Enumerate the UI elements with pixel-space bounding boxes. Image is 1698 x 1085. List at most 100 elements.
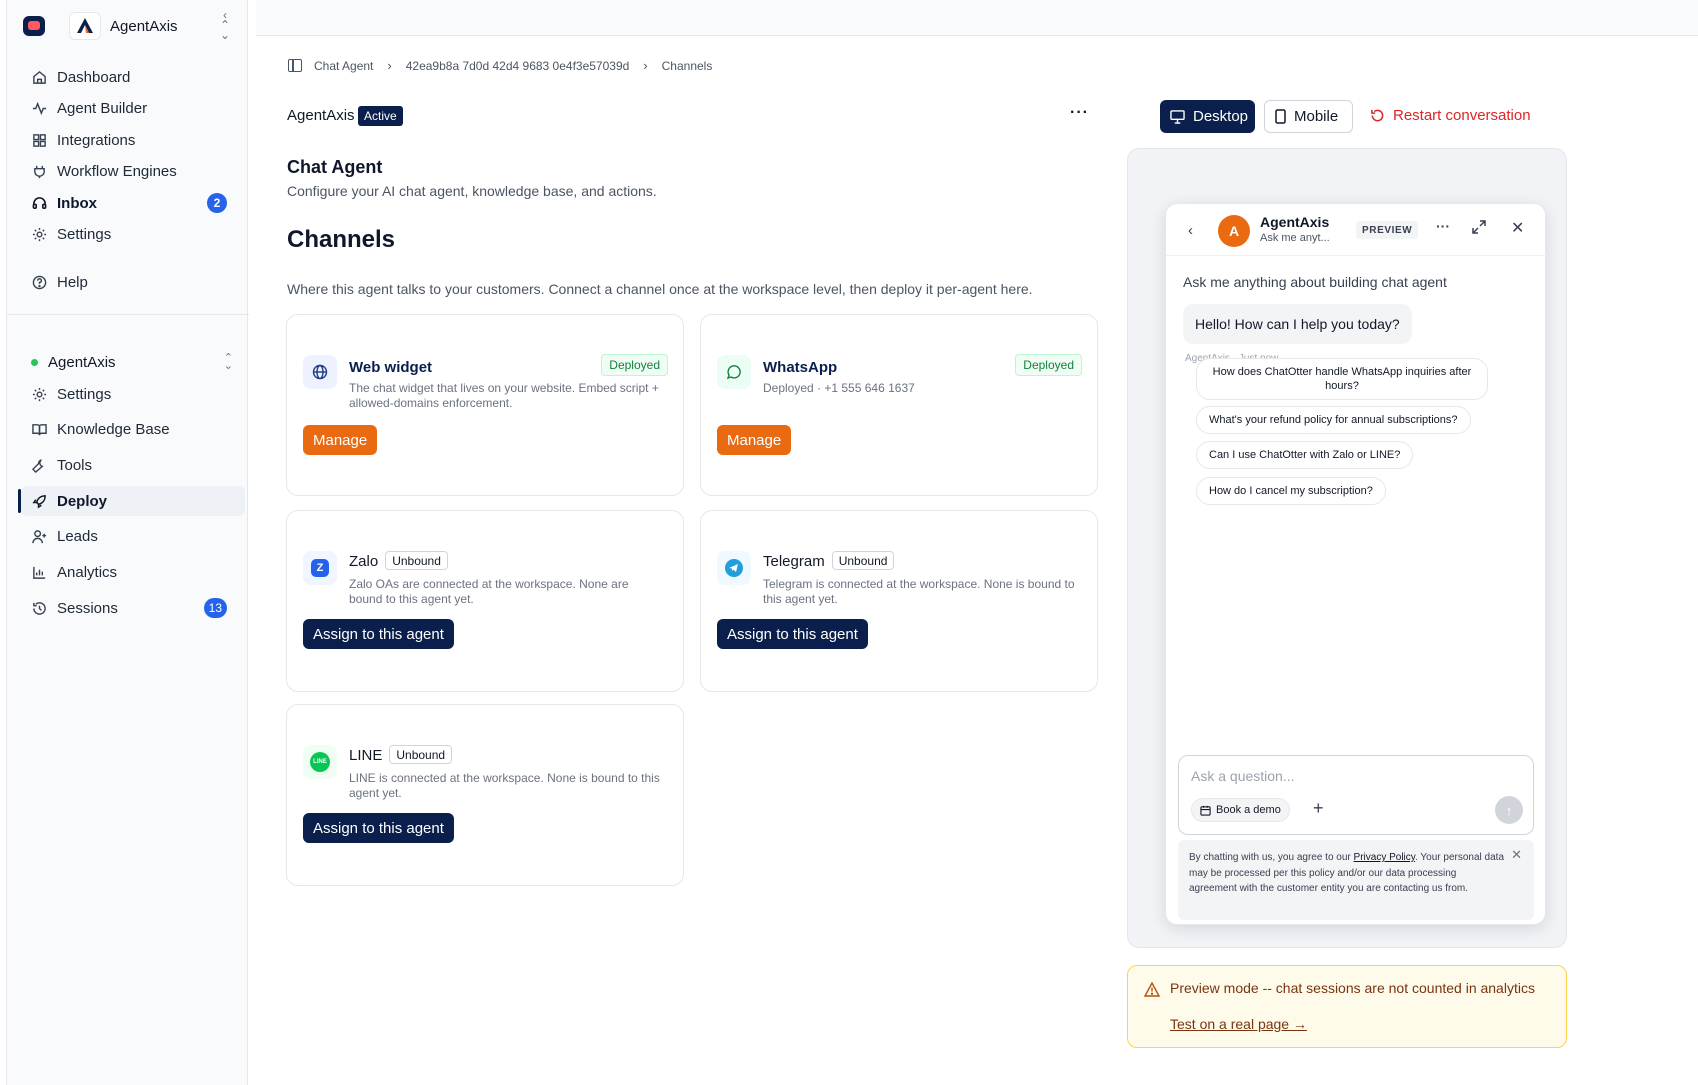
plus-icon[interactable]: + — [1313, 798, 1324, 819]
nav-tools[interactable]: Tools — [21, 450, 245, 480]
online-status-dot — [31, 358, 38, 366]
more-options-button[interactable]: ··· — [1070, 104, 1089, 122]
nav-agent-settings[interactable]: Settings — [21, 379, 245, 409]
mobile-label: Mobile — [1294, 108, 1339, 125]
desktop-view-button[interactable]: Desktop — [1160, 100, 1255, 133]
headset-icon — [31, 195, 47, 211]
channel-card-zalo: Z Zalo Unbound Zalo OAs are connected at… — [286, 510, 684, 692]
nav-integrations[interactable]: Integrations — [21, 125, 245, 155]
status-badge: Active — [358, 106, 403, 126]
nav-sessions[interactable]: Sessions 13 — [21, 593, 245, 623]
channel-name: LINE — [349, 747, 383, 764]
restart-icon — [1370, 108, 1385, 123]
channel-description: Deployed · +1 555 646 1637 — [763, 381, 915, 395]
plug-icon — [31, 163, 47, 179]
bot-message-bubble: Hello! How can I help you today? — [1183, 304, 1412, 344]
assign-to-agent-button[interactable]: Assign to this agent — [303, 813, 454, 843]
chart-icon — [31, 564, 47, 580]
help-icon — [31, 274, 47, 290]
nav-deploy[interactable]: Deploy — [18, 486, 245, 516]
nav-label: Help — [57, 273, 88, 291]
history-icon — [31, 600, 47, 616]
breadcrumb-item[interactable]: Chat Agent — [314, 59, 373, 73]
nav-knowledge-base[interactable]: Knowledge Base — [21, 414, 245, 444]
nav-agent-builder[interactable]: Agent Builder — [21, 93, 245, 123]
suggestion-chip[interactable]: How does ChatOtter handle WhatsApp inqui… — [1196, 358, 1488, 400]
workspace-switcher[interactable]: AgentAxis ⌃ ⌄ — [23, 350, 233, 374]
calendar-icon — [1200, 805, 1211, 816]
nav-label: Integrations — [57, 131, 136, 149]
nav-label: Settings — [57, 385, 112, 403]
channel-name: Web widget — [349, 359, 433, 376]
nav-leads[interactable]: Leads — [21, 521, 245, 551]
chevron-updown-icon: ⌃ ⌄ — [223, 352, 233, 372]
breadcrumb-item[interactable]: 42ea9b8a 7d0d 42d4 9683 0e4f3e57039d — [406, 59, 630, 73]
nav-label: Dashboard — [57, 68, 131, 86]
phone-icon — [1275, 109, 1286, 124]
avatar: A — [1218, 215, 1250, 247]
mobile-view-button[interactable]: Mobile — [1264, 100, 1353, 133]
intro-message: Ask me anything about building chat agen… — [1183, 274, 1447, 290]
chevron-right-icon: › — [387, 58, 392, 73]
test-real-page-link[interactable]: Test on a real page → — [1170, 1016, 1307, 1032]
grid-icon — [31, 132, 47, 148]
privacy-policy-link[interactable]: Privacy Policy — [1354, 852, 1416, 863]
channel-name: Zalo — [349, 553, 379, 570]
suggestion-chip[interactable]: What's your refund policy for annual sub… — [1196, 406, 1471, 434]
channel-description: The chat widget that lives on your websi… — [349, 381, 659, 410]
sidebar-collapse-toggle[interactable]: ‹ ⌃ ⌄ — [219, 9, 231, 41]
sessions-count-badge: 13 — [203, 598, 227, 618]
unbound-badge: Unbound — [385, 551, 448, 570]
nav-inbox[interactable]: Inbox 2 — [21, 188, 245, 218]
channel-name-line: Telegram Unbound — [763, 551, 895, 571]
manage-button[interactable]: Manage — [717, 425, 792, 455]
nav-label: Sessions — [57, 599, 118, 617]
desktop-label: Desktop — [1193, 108, 1249, 125]
gear-icon — [31, 226, 47, 242]
book-icon — [31, 421, 47, 437]
dismiss-icon[interactable]: ✕ — [1511, 847, 1522, 863]
close-icon[interactable]: ✕ — [1511, 218, 1524, 238]
suggestion-chip[interactable]: How do I cancel my subscription? — [1196, 477, 1386, 505]
nav-analytics[interactable]: Analytics — [21, 557, 245, 587]
nav-help[interactable]: Help — [21, 267, 245, 297]
app-icon[interactable] — [23, 16, 45, 36]
manage-button[interactable]: Manage — [303, 425, 378, 455]
rocket-icon — [31, 493, 47, 509]
home-icon — [31, 69, 47, 85]
breadcrumb: Chat Agent › 42ea9b8a 7d0d 42d4 9683 0e4… — [288, 58, 712, 73]
expand-icon[interactable] — [1472, 220, 1486, 238]
brand-name: AgentAxis — [110, 18, 178, 35]
warning-icon — [1143, 981, 1161, 1001]
assign-to-agent-button[interactable]: Assign to this agent — [303, 619, 454, 649]
restart-label: Restart conversation — [1393, 107, 1531, 124]
restart-conversation-button[interactable]: Restart conversation — [1370, 107, 1531, 124]
nav-dashboard[interactable]: Dashboard — [21, 62, 245, 92]
deployed-badge: Deployed — [601, 354, 668, 376]
unbound-badge: Unbound — [389, 745, 453, 764]
nav-label: Settings — [57, 225, 112, 243]
send-button[interactable]: ↑ — [1495, 796, 1523, 824]
nav-settings[interactable]: Settings — [21, 219, 245, 249]
more-horizontal-icon[interactable]: ··· — [1436, 218, 1450, 234]
channel-description: Zalo OAs are connected at the workspace.… — [349, 577, 629, 606]
chevron-left-icon[interactable]: ‹ — [1188, 222, 1193, 239]
panel-toggle-icon[interactable] — [288, 59, 302, 72]
workspace-name: AgentAxis — [48, 353, 116, 371]
sidebar-header: AgentAxis ‹ ⌃ ⌄ — [7, 0, 249, 52]
brand-logo — [69, 12, 101, 40]
consent-text: By chatting with us, you agree to our — [1189, 852, 1354, 863]
globe-icon — [303, 355, 337, 389]
unbound-badge: Unbound — [831, 551, 895, 570]
book-demo-chip[interactable]: Book a demo — [1191, 798, 1290, 822]
nav-label: Tools — [57, 456, 93, 474]
widget-header: ‹ A AgentAxis Ask me anyt... PREVIEW ···… — [1166, 204, 1547, 256]
gear-icon — [31, 386, 47, 402]
nav-label: Analytics — [57, 563, 118, 581]
nav-label: Leads — [57, 527, 98, 545]
suggestion-chip[interactable]: Can I use ChatOtter with Zalo or LINE? — [1196, 441, 1414, 469]
zalo-icon: Z — [303, 551, 337, 585]
nav-workflow-engines[interactable]: Workflow Engines — [21, 156, 245, 186]
assign-to-agent-button[interactable]: Assign to this agent — [717, 619, 868, 649]
chat-input[interactable] — [1191, 768, 1491, 784]
